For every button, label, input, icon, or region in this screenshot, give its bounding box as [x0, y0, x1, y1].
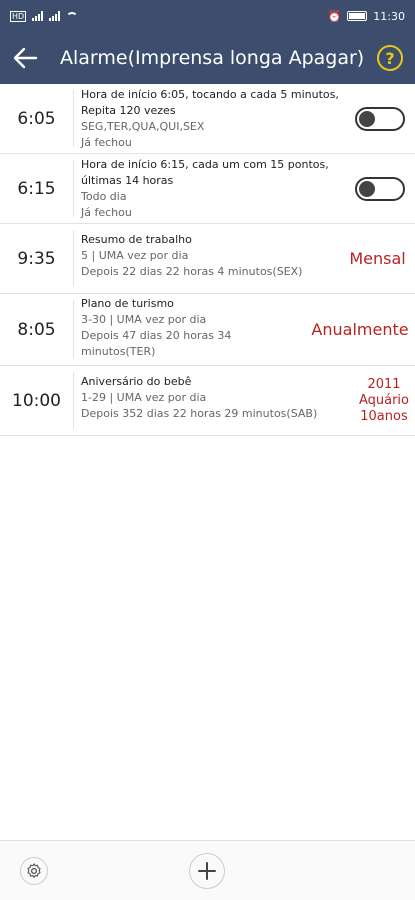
birthday-sign: Aquário: [358, 392, 410, 408]
alarm-row[interactable]: 8:05 Plano de turismo 3-30 | UMA vez por…: [0, 294, 415, 366]
alarm-line2: últimas 14 horas: [81, 174, 174, 187]
gear-icon: [27, 863, 41, 878]
help-button[interactable]: ?: [377, 45, 403, 71]
page-title: Alarme(Imprensa longa Apagar): [60, 47, 365, 69]
alarm-status: Já fechou: [81, 136, 132, 149]
alarm-frequency: 1-29 | UMA vez por dia: [81, 391, 207, 404]
signal-icon: [32, 11, 44, 21]
alarm-time: 10:00: [0, 372, 74, 429]
add-alarm-button[interactable]: [189, 853, 225, 889]
app-header: Alarme(Imprensa longa Apagar) ?: [0, 32, 415, 84]
wifi-icon: [66, 11, 79, 21]
alarm-info: Hora de início 6:05, tocando a cada 5 mi…: [74, 84, 345, 153]
birthday-year: 2011: [367, 376, 401, 392]
signal-icon-2: [49, 11, 61, 21]
status-bar: HD ⏰ 11:30: [0, 0, 415, 32]
alarm-status: Já fechou: [81, 206, 132, 219]
status-left: HD: [10, 10, 79, 22]
alarm-title: Aniversário do bebê: [81, 375, 192, 388]
alarm-row[interactable]: 6:15 Hora de início 6:15, cada um com 15…: [0, 154, 415, 224]
alarm-info: Hora de início 6:15, cada um com 15 pont…: [74, 154, 345, 223]
back-button[interactable]: [0, 32, 50, 84]
alarm-days: Todo dia: [81, 190, 127, 203]
arrow-left-icon: [13, 47, 38, 69]
repeat-badge: Mensal: [349, 249, 406, 268]
alarm-time: 6:05: [0, 90, 74, 147]
status-time: 11:30: [373, 9, 405, 23]
alarm-title: Plano de turismo: [81, 297, 174, 310]
alarm-frequency: 3-30 | UMA vez por dia: [81, 313, 207, 326]
alarm-aside: Anualmente: [305, 294, 415, 365]
alarm-list: 6:05 Hora de início 6:05, tocando a cada…: [0, 84, 415, 436]
bottom-toolbar: [0, 840, 415, 900]
alarm-aside: 2011 Aquário 10anos: [353, 366, 415, 435]
alarm-countdown: Depois 352 dias 22 horas 29 minutos(SAB): [81, 407, 318, 420]
repeat-badge: Anualmente: [311, 320, 409, 339]
alarm-days: SEG,TER,QUA,QUI,SEX: [81, 120, 205, 133]
alarm-clock-icon: ⏰: [327, 9, 342, 23]
alarm-line2: Repita 120 vezes: [81, 104, 176, 117]
alarm-row[interactable]: 9:35 Resumo de trabalho 5 | UMA vez por …: [0, 224, 415, 294]
alarm-info: Plano de turismo 3-30 | UMA vez por dia …: [74, 294, 305, 365]
alarm-line1: Hora de início 6:05, tocando a cada 5 mi…: [81, 88, 339, 101]
alarm-aside: [345, 84, 415, 153]
alarm-countdown: Depois 47 dias 20 horas 34: [81, 329, 232, 342]
alarm-row[interactable]: 6:05 Hora de início 6:05, tocando a cada…: [0, 84, 415, 154]
toggle-knob: [359, 110, 375, 127]
alarm-toggle[interactable]: [355, 106, 405, 131]
alarm-aside: Mensal: [340, 224, 415, 293]
alarm-row[interactable]: 10:00 Aniversário do bebê 1-29 | UMA vez…: [0, 366, 415, 436]
alarm-info: Resumo de trabalho 5 | UMA vez por dia D…: [74, 224, 340, 293]
birthday-age: 10anos: [360, 408, 408, 424]
hd-icon: HD: [10, 10, 27, 22]
alarm-countdown-cont: minutos(TER): [81, 345, 156, 358]
toggle-knob: [359, 180, 375, 197]
alarm-aside: [345, 154, 415, 223]
alarm-title: Resumo de trabalho: [81, 233, 192, 246]
alarm-info: Aniversário do bebê 1-29 | UMA vez por d…: [74, 366, 353, 435]
alarm-time: 9:35: [0, 230, 74, 287]
alarm-toggle[interactable]: [355, 176, 405, 201]
plus-icon: [198, 862, 216, 880]
alarm-frequency: 5 | UMA vez por dia: [81, 249, 189, 262]
question-circle-icon: ?: [385, 48, 395, 68]
alarm-time: 8:05: [0, 300, 74, 359]
alarm-line1: Hora de início 6:15, cada um com 15 pont…: [81, 158, 329, 171]
alarm-countdown: Depois 22 dias 22 horas 4 minutos(SEX): [81, 265, 303, 278]
battery-icon: [347, 11, 368, 21]
alarm-time: 6:15: [0, 160, 74, 217]
settings-button[interactable]: [20, 857, 48, 885]
status-right: ⏰ 11:30: [328, 10, 405, 23]
